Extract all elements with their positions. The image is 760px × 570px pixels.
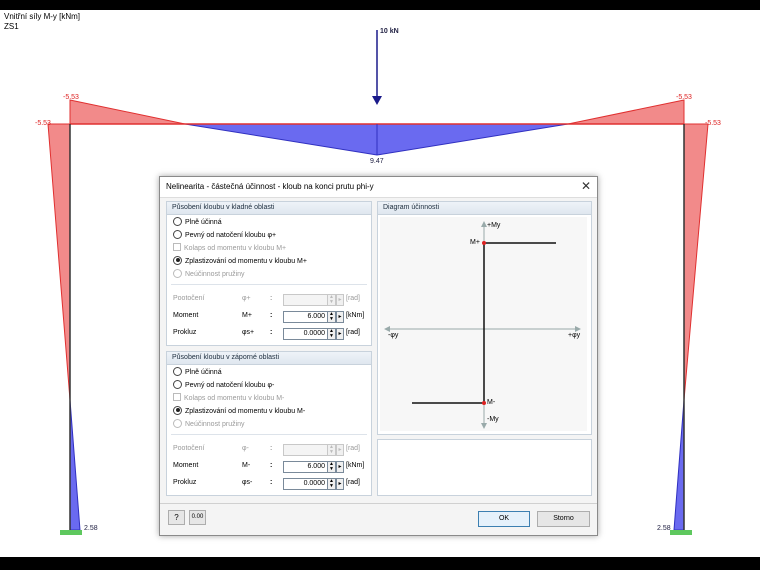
cancel-button[interactable]: Storno [537, 511, 590, 527]
load-value-label: 10 kN [380, 28, 399, 35]
checkbox-icon [173, 243, 181, 252]
moment-label-left-top: -5.53 [63, 94, 79, 101]
spinner-icon[interactable]: ▲ ▼ [327, 444, 336, 456]
neg-slip-unit: [rad] [346, 479, 361, 486]
separator [171, 434, 367, 435]
result-header-title: Vnitřní síly M-y [kNm] [4, 12, 81, 21]
neg-option-spring-ineffective: Neúčinnost pružiny [173, 418, 245, 430]
effectiveness-diagram [384, 221, 581, 429]
spinner-icon[interactable]: ▲ ▼ [327, 294, 336, 306]
support-left [60, 530, 82, 535]
ok-button[interactable]: OK [478, 511, 530, 527]
neg-option-collapse: Kolaps od momentu v kloubu M- [173, 393, 284, 404]
arrow-right-icon[interactable]: ▸ [336, 444, 344, 456]
neg-option-fixed-rotation[interactable]: Pevný od natočení kloubu φ- [173, 379, 274, 391]
arrow-right-icon[interactable]: ▸ [336, 294, 344, 306]
neg-slip-symbol: φs- [242, 479, 253, 486]
effectiveness-diagram-panel: Diagram účinnosti +My -My +φy -φy M+ M- [377, 201, 592, 435]
neg-option-fully-effective[interactable]: Plně účinná [173, 366, 222, 378]
m-minus-label: M- [487, 399, 496, 406]
pos-moment-symbol: M+ [242, 312, 252, 319]
spinner-icon[interactable]: ▲ ▼ [327, 461, 336, 473]
units-icon[interactable]: 0.00 [189, 510, 206, 525]
diagram-panel-title: Diagram účinnosti [378, 202, 591, 215]
m-plus-label: M+ [470, 239, 480, 246]
pos-moment-label: Moment [173, 312, 199, 319]
pos-slip-symbol: φs+ [242, 329, 255, 336]
negative-panel-title: Působení kloubu v záporné oblasti [167, 352, 371, 365]
separator [171, 284, 367, 285]
close-icon[interactable]: ✕ [581, 179, 591, 193]
pos-rotation-unit: [rad] [346, 295, 361, 302]
radio-icon[interactable] [173, 366, 182, 376]
diagram-area: +My -My +φy -φy M+ M- [380, 217, 587, 431]
radio-icon[interactable] [173, 379, 182, 389]
neg-moment-input[interactable]: 6.000 [283, 461, 328, 473]
pos-slip-input[interactable]: 0.0000 [283, 328, 328, 340]
arrow-right-icon[interactable]: ▸ [336, 328, 344, 340]
help-icon[interactable]: ? [168, 510, 185, 525]
arrow-right-icon[interactable]: ▸ [336, 311, 344, 323]
pos-rotation-label: Pootočení [173, 295, 205, 302]
neg-moment-unit: [kNm] [346, 462, 365, 469]
info-panel [377, 439, 592, 496]
checkbox-icon [173, 393, 181, 402]
pos-option-fixed-rotation[interactable]: Pevný od natočení kloubu φ+ [173, 229, 276, 241]
neg-option-plastic[interactable]: Zplastizování od momentu v kloubu M- [173, 405, 305, 417]
radio-selected-icon[interactable] [173, 255, 182, 265]
load-case-label: ZS1 [4, 22, 19, 31]
support-right [670, 530, 692, 535]
pos-slip-unit: [rad] [346, 329, 361, 336]
dialog-title: Nelinearita - částečná účinnost - kloub … [166, 182, 374, 191]
positive-panel-title: Působení kloubu v kladné oblasti [167, 202, 371, 215]
arrow-right-icon[interactable]: ▸ [336, 461, 344, 473]
pos-rotation-symbol: φ+ [242, 295, 251, 302]
pos-moment-input[interactable]: 6.000 [283, 311, 328, 323]
moment-label-base-right: 2.58 [657, 525, 671, 532]
moment-label-base-left: 2.58 [84, 525, 98, 532]
radio-icon [173, 418, 182, 428]
moment-label-midspan: 9.47 [370, 158, 384, 165]
arrow-right-icon[interactable]: ▸ [336, 478, 344, 490]
moment-label-right-corner: -5.53 [705, 120, 721, 127]
pos-moment-unit: [kNm] [346, 312, 365, 319]
moment-label-right-top: -5.53 [676, 94, 692, 101]
neg-rotation-input[interactable] [283, 444, 328, 456]
pos-option-collapse: Kolaps od momentu v kloubu M+ [173, 243, 286, 254]
radio-icon [173, 268, 182, 278]
neg-slip-input[interactable]: 0.0000 [283, 478, 328, 490]
radio-icon[interactable] [173, 216, 182, 226]
positive-region-panel: Působení kloubu v kladné oblasti Plně úč… [166, 201, 372, 346]
neg-moment-symbol: M- [242, 462, 251, 469]
pos-option-fully-effective[interactable]: Plně účinná [173, 216, 222, 228]
spinner-icon[interactable]: ▲ ▼ [327, 311, 336, 323]
axis-plus-phi-label: +φy [568, 332, 581, 339]
neg-rotation-symbol: φ- [242, 445, 249, 452]
negative-region-panel: Působení kloubu v záporné oblasti Plně ú… [166, 351, 372, 496]
neg-slip-label: Prokluz [173, 479, 197, 486]
spinner-icon[interactable]: ▲ ▼ [327, 328, 336, 340]
spinner-icon[interactable]: ▲ ▼ [327, 478, 336, 490]
pos-slip-label: Prokluz [173, 329, 197, 336]
axis-minus-phi-label: -φy [388, 332, 399, 339]
axis-plus-my-label: +My [487, 222, 501, 229]
pos-option-plastic[interactable]: Zplastizování od momentu v kloubu M+ [173, 255, 307, 267]
radio-selected-icon[interactable] [173, 405, 182, 415]
neg-rotation-unit: [rad] [346, 445, 361, 452]
nonlinearity-dialog: Nelinearita - částečná účinnost - kloub … [159, 176, 598, 536]
dialog-title-bar[interactable]: Nelinearita - částečná účinnost - kloub … [160, 177, 597, 198]
pos-option-spring-ineffective: Neúčinnost pružiny [173, 268, 245, 280]
pos-rotation-input[interactable] [283, 294, 328, 306]
moment-label-left-corner: -5.53 [35, 120, 51, 127]
neg-rotation-label: Pootočení [173, 445, 205, 452]
axis-minus-my-label: -My [487, 416, 499, 423]
neg-moment-label: Moment [173, 462, 199, 469]
radio-icon[interactable] [173, 229, 182, 239]
